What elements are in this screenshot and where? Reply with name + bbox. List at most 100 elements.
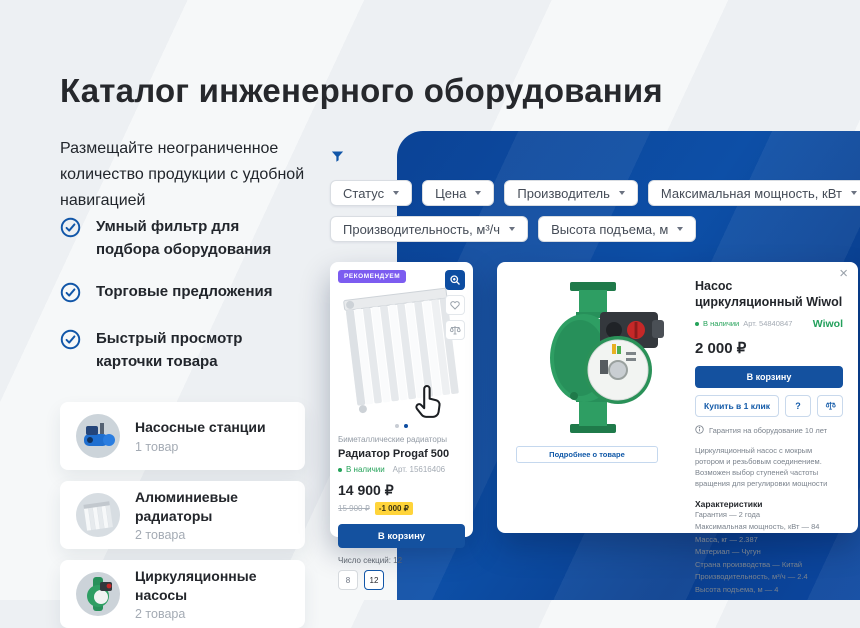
- section-option-8[interactable]: 8: [338, 570, 358, 590]
- in-stock-dot-icon: [338, 468, 342, 472]
- chevron-down-icon: [393, 191, 399, 195]
- category-count: 1 товар: [135, 440, 266, 454]
- feature-label: Быстрый просмотр карточки товара: [96, 328, 266, 373]
- filter-chip-label: Статус: [343, 186, 384, 201]
- chevron-down-icon: [509, 227, 515, 231]
- spec-line: Масса, кг — 2.387: [695, 534, 843, 547]
- info-icon: [695, 425, 704, 436]
- check-circle-icon: [60, 329, 81, 355]
- chevron-down-icon: [475, 191, 481, 195]
- more-about-product-button[interactable]: Подробнее о товаре: [516, 446, 658, 463]
- filter-chip-max-power[interactable]: Максимальная мощность, кВт: [648, 180, 860, 206]
- filter-chip-label: Высота подъема, м: [551, 222, 668, 237]
- hand-cursor-icon: [411, 384, 445, 427]
- section-option-12[interactable]: 12: [364, 570, 384, 590]
- old-price: 15 900 ₽: [338, 504, 370, 513]
- filter-row-2: Производительность, м³/ч Высота подъема,…: [330, 216, 696, 242]
- discount-badge: -1 000 ₽: [375, 502, 413, 515]
- category-count: 2 товара: [135, 607, 289, 621]
- product-detail-info: Насос циркуляционный Wiwol В наличии Арт…: [695, 278, 843, 597]
- product-card-actions: [445, 270, 465, 340]
- image-pagination-dots: [338, 424, 465, 428]
- category-card-aluminum-radiators[interactable]: Алюминиевые радиаторы 2 товара: [60, 481, 305, 549]
- spec-line: Высота подъема, м — 4: [695, 584, 843, 597]
- question-button[interactable]: ?: [785, 395, 811, 417]
- filter-chip-manufacturer[interactable]: Производитель: [504, 180, 638, 206]
- feature-list: Умный фильтр для подбора оборудования То…: [60, 216, 310, 393]
- filter-chip-capacity[interactable]: Производительность, м³/ч: [330, 216, 528, 242]
- category-title: Алюминиевые радиаторы: [135, 488, 289, 524]
- page-title: Каталог инженерного оборудования: [60, 72, 820, 110]
- check-circle-icon: [60, 217, 81, 243]
- chevron-down-icon: [851, 191, 857, 195]
- detail-product-title: Насос циркуляционный Wiwol: [695, 278, 843, 311]
- feature-item: Быстрый просмотр карточки товара: [60, 328, 310, 373]
- pagination-dot-active[interactable]: [404, 424, 408, 428]
- filter-chip-label: Цена: [435, 186, 466, 201]
- availability-label: В наличии: [703, 319, 739, 328]
- sections-label: Число секций: 12: [338, 556, 465, 565]
- product-price: 14 900 ₽: [338, 482, 465, 499]
- pagination-dot[interactable]: [395, 424, 399, 428]
- spec-line: Гарантия — 2 года: [695, 509, 843, 522]
- quick-view-modal: × Подробнее о товаре: [497, 262, 858, 533]
- chevron-down-icon: [619, 191, 625, 195]
- filter-chip-label: Производительность, м³/ч: [343, 222, 500, 237]
- filter-chip-price[interactable]: Цена: [422, 180, 494, 206]
- category-title: Циркуляционные насосы: [135, 567, 289, 603]
- favorite-icon[interactable]: [445, 295, 465, 315]
- filter-chip-label: Производитель: [517, 186, 610, 201]
- category-title: Насосные станции: [135, 418, 266, 436]
- product-card-radiator[interactable]: РЕКОМЕНДУЕМ Биметаллические ра: [330, 262, 473, 537]
- spec-line: Производительность, м³/ч — 2.4: [695, 571, 843, 584]
- product-title: Радиатор Progaf 500: [338, 448, 465, 460]
- product-sku: Арт. 15616406: [393, 465, 445, 474]
- category-card-circulation-pumps[interactable]: Циркуляционные насосы 2 товара: [60, 560, 305, 628]
- feature-label: Умный фильтр для подбора оборудования: [96, 216, 281, 261]
- specs-list: Гарантия — 2 года Максимальная мощность,…: [695, 509, 843, 597]
- compare-icon[interactable]: [445, 320, 465, 340]
- radiator-thumb: [76, 493, 120, 537]
- circulation-pump-thumb: [76, 572, 120, 616]
- availability-label: В наличии: [346, 465, 385, 474]
- filter-funnel-icon[interactable]: [330, 149, 345, 169]
- chevron-down-icon: [677, 227, 683, 231]
- recommended-badge: РЕКОМЕНДУЕМ: [338, 270, 406, 283]
- filter-row-1: Статус Цена Производитель Максимальная м…: [330, 180, 860, 206]
- detail-availability-row: В наличии Арт. 54840847 Wiwol: [695, 318, 843, 330]
- detail-product-sku: Арт. 54840847: [743, 319, 792, 328]
- warranty-row: Гарантия на оборудование 10 лет: [695, 425, 843, 436]
- category-count: 2 товара: [135, 528, 289, 542]
- product-description: Циркуляционный насос с мокрым ротором и …: [695, 445, 843, 490]
- specs-title: Характеристики: [695, 499, 843, 509]
- intro-text: Размещайте неограниченное количество про…: [60, 136, 312, 214]
- quick-view-button[interactable]: [445, 270, 465, 290]
- brand-logo: Wiwol: [813, 318, 843, 330]
- compare-icon[interactable]: [817, 395, 843, 417]
- pump-station-thumb: [76, 414, 120, 458]
- feature-item: Торговые предложения: [60, 281, 310, 308]
- buy-one-click-button[interactable]: Купить в 1 клик: [695, 395, 779, 417]
- filter-chip-lift-height[interactable]: Высота подъема, м: [538, 216, 696, 242]
- availability-row: В наличии Арт. 15616406: [338, 465, 465, 474]
- filter-chip-status[interactable]: Статус: [330, 180, 412, 206]
- in-stock-dot-icon: [695, 322, 699, 326]
- add-to-cart-button[interactable]: В корзину: [338, 524, 465, 548]
- detail-add-to-cart-button[interactable]: В корзину: [695, 366, 843, 388]
- feature-item: Умный фильтр для подбора оборудования: [60, 216, 310, 261]
- filter-chip-label: Максимальная мощность, кВт: [661, 186, 842, 201]
- section-options: 8 12: [338, 570, 465, 590]
- product-category: Биметаллические радиаторы: [338, 435, 465, 444]
- spec-line: Материал — Чугун: [695, 546, 843, 559]
- spec-line: Максимальная мощность, кВт — 84: [695, 521, 843, 534]
- old-price-row: 15 900 ₽ -1 000 ₽: [338, 502, 465, 515]
- category-list: Насосные станции 1 товар Алюминиевые рад…: [60, 402, 305, 628]
- category-card-pump-stations[interactable]: Насосные станции 1 товар: [60, 402, 305, 470]
- spec-line: Страна производства — Китай: [695, 559, 843, 572]
- check-circle-icon: [60, 282, 81, 308]
- warranty-label: Гарантия на оборудование 10 лет: [709, 426, 827, 435]
- secondary-actions-row: Купить в 1 клик ?: [695, 395, 843, 417]
- detail-product-price: 2 000 ₽: [695, 339, 843, 357]
- feature-label: Торговые предложения: [96, 281, 273, 304]
- pump-product-image: [513, 278, 681, 438]
